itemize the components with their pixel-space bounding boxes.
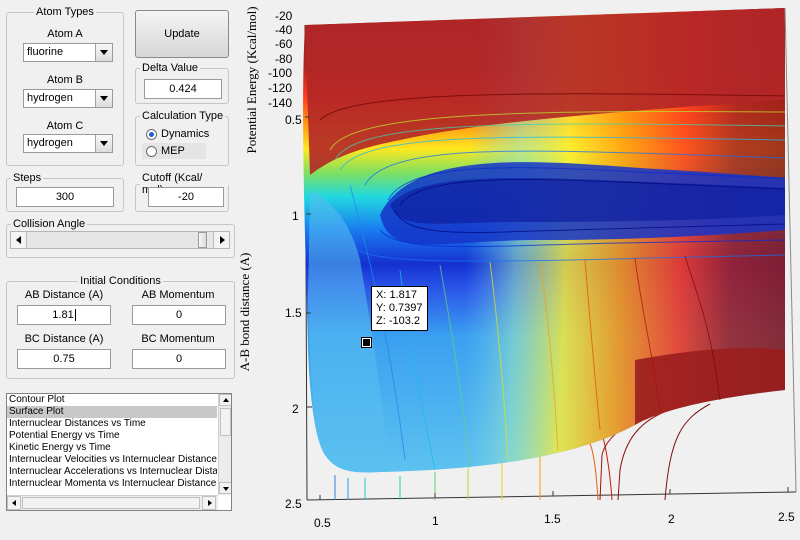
x-tick-label: 1.5: [544, 512, 561, 526]
slider-right-arrow-icon[interactable]: [213, 232, 229, 248]
slider-thumb[interactable]: [197, 232, 207, 248]
delta-value-title: Delta Value: [142, 62, 199, 74]
steps-field[interactable]: 300: [16, 187, 114, 207]
scroll-thumb[interactable]: [220, 408, 231, 436]
chevron-down-icon[interactable]: [95, 44, 112, 61]
mep-radio-label: MEP: [161, 145, 185, 157]
y-tick-label: 2: [292, 402, 299, 416]
list-item[interactable]: Internuclear Distances vs Time: [7, 418, 217, 430]
atom-b-label: Atom B: [46, 74, 84, 86]
atom-a-value: fluorine: [27, 46, 64, 58]
atom-types-title: Atom Types: [36, 6, 94, 18]
mep-radio[interactable]: [146, 146, 157, 157]
scroll-left-icon[interactable]: [7, 496, 21, 510]
text-cursor: [74, 309, 76, 322]
atom-a-label: Atom A: [47, 28, 83, 40]
initial-conditions-title: Initial Conditions: [80, 275, 161, 287]
list-horizontal-scrollbar[interactable]: [7, 495, 218, 510]
x-tick-label: 2: [668, 512, 675, 526]
datatip-y: Y: 0.7397: [376, 302, 423, 314]
x-tick-label: 0.5: [314, 516, 331, 530]
dynamics-radio[interactable]: [146, 129, 157, 140]
list-item[interactable]: Internuclear Velocities vs Internuclear …: [7, 454, 217, 466]
bc-momentum-label: BC Momentum: [141, 333, 215, 345]
delta-value-field[interactable]: 0.424: [144, 79, 222, 99]
bc-distance-label: BC Distance (A): [24, 333, 104, 345]
z-tick-label: -20: [275, 9, 293, 23]
update-button[interactable]: Update: [135, 10, 229, 58]
atom-b-value: hydrogen: [27, 92, 73, 104]
list-item[interactable]: Internuclear Momenta vs Internuclear Dis…: [7, 478, 217, 490]
datatip-marker[interactable]: [361, 337, 372, 348]
atom-c-select[interactable]: hydrogen: [23, 134, 113, 153]
list-item[interactable]: Contour Plot: [7, 394, 217, 406]
h-scroll-thumb[interactable]: [22, 497, 200, 509]
y-tick-label: 2.5: [285, 497, 302, 511]
ab-distance-label: AB Distance (A): [24, 289, 104, 301]
scroll-right-icon[interactable]: [202, 496, 216, 510]
z-tick-label: -40: [275, 23, 293, 37]
atom-b-select[interactable]: hydrogen: [23, 89, 113, 108]
ab-distance-field[interactable]: 1.81: [17, 305, 111, 325]
z-tick-label: -100: [268, 66, 293, 80]
y-tick-label: 1.5: [285, 306, 302, 320]
chevron-down-icon[interactable]: [95, 135, 112, 152]
z-tick-label: -140: [268, 96, 293, 110]
x-tick-label: 1: [432, 514, 439, 528]
scroll-down-icon[interactable]: [219, 482, 231, 494]
y-axis-title: A-B bond distance (A): [237, 252, 252, 372]
cutoff-field[interactable]: -20: [148, 187, 224, 207]
ab-momentum-label: AB Momentum: [141, 289, 215, 301]
z-axis-title: Potential Energy (Kcal/mol): [244, 6, 259, 154]
surface-plot-axes[interactable]: -20 -40 -60 -80 -100 -120 -140 0.5 1 1.5…: [237, 0, 800, 540]
datatip-x: X: 1.817: [376, 289, 417, 301]
slider-left-arrow-icon[interactable]: [11, 232, 27, 248]
ab-momentum-field[interactable]: 0: [132, 305, 226, 325]
list-item-selected[interactable]: Surface Plot: [7, 406, 217, 418]
datatip: X: 1.817 Y: 0.7397 Z: -103.2: [371, 286, 428, 331]
y-tick-label: 0.5: [285, 113, 302, 127]
list-item[interactable]: Internuclear Accelerations vs Internucle…: [7, 466, 217, 478]
bc-distance-field[interactable]: 0.75: [17, 349, 111, 369]
list-item[interactable]: Potential Energy vs Time: [7, 430, 217, 442]
chevron-down-icon[interactable]: [95, 90, 112, 107]
atom-c-label: Atom C: [46, 120, 84, 132]
collision-angle-slider[interactable]: [10, 231, 230, 249]
atom-c-value: hydrogen: [27, 137, 73, 149]
scroll-up-icon[interactable]: [219, 394, 231, 406]
z-tick-label: -60: [275, 37, 293, 51]
ab-distance-value: 1.81: [52, 309, 74, 321]
surface-plot[interactable]: [240, 0, 800, 540]
list-vertical-scrollbar[interactable]: [218, 394, 231, 495]
calculation-type-title: Calculation Type: [142, 110, 224, 122]
plot-type-list[interactable]: Contour Plot Surface Plot Internuclear D…: [6, 393, 232, 511]
list-item[interactable]: Kinetic Energy vs Time: [7, 442, 217, 454]
atom-a-select[interactable]: fluorine: [23, 43, 113, 62]
potential-energy-surface: [303, 8, 785, 473]
z-tick-label: -120: [268, 81, 293, 95]
bc-momentum-field[interactable]: 0: [132, 349, 226, 369]
steps-title: Steps: [13, 172, 42, 184]
collision-angle-title: Collision Angle: [13, 218, 86, 230]
y-tick-label: 1: [292, 209, 299, 223]
dynamics-radio-label: Dynamics: [161, 128, 210, 140]
z-tick-label: -80: [275, 52, 293, 66]
x-tick-label: 2.5: [778, 510, 795, 524]
datatip-z: Z: -103.2: [376, 315, 421, 327]
